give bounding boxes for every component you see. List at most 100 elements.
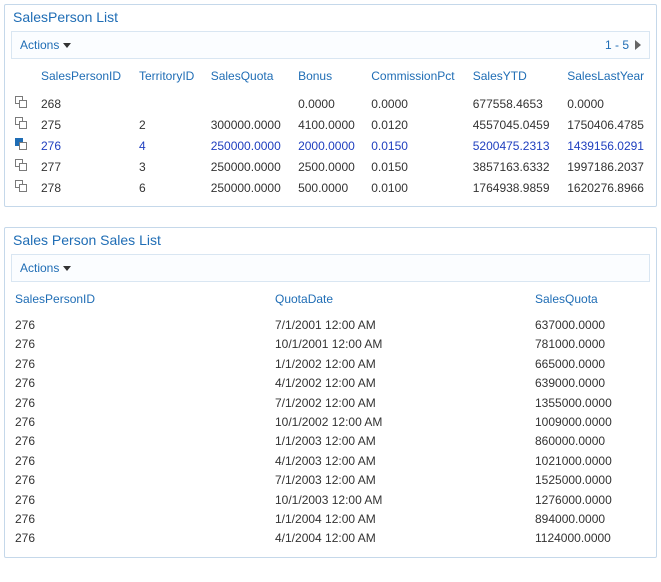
column-header-saleslastyear[interactable]: SalesLastYear (561, 65, 656, 93)
cell-salesytd: 677558.4653 (467, 93, 561, 114)
cell-territoryid: 3 (133, 156, 205, 177)
cell-salespersonid: 276 (11, 432, 271, 451)
cell-salesquota: 250000.0000 (205, 156, 292, 177)
table-row[interactable]: 2773250000.00002500.00000.01503857163.63… (5, 156, 656, 177)
caret-down-icon (63, 266, 71, 271)
table-row[interactable]: 2680.00000.0000677558.46530.0000 (5, 93, 656, 114)
cell-quotadate: 1/1/2003 12:00 AM (271, 432, 531, 451)
cell-salespersonid: 276 (35, 135, 133, 156)
cell-salesquota: 781000.0000 (531, 335, 650, 354)
table-row[interactable]: 2764/1/2002 12:00 AM639000.0000 (11, 374, 650, 393)
cell-salesytd: 1764938.9859 (467, 177, 561, 198)
table-row[interactable]: 2767/1/2001 12:00 AM637000.0000 (11, 316, 650, 335)
cell-salesquota: 637000.0000 (531, 316, 650, 335)
cell-saleslastyear: 1620276.8966 (561, 177, 656, 198)
table-row[interactable]: 2761/1/2004 12:00 AM894000.0000 (11, 510, 650, 529)
cell-salesquota: 1009000.0000 (531, 413, 650, 432)
cell-bonus: 2500.0000 (292, 156, 365, 177)
cell-salespersonid: 276 (11, 491, 271, 510)
cell-commissionpct: 0.0100 (365, 177, 467, 198)
cell-saleslastyear: 1750406.4785 (561, 114, 656, 135)
cell-salespersonid: 276 (11, 335, 271, 354)
cell-salesquota (205, 93, 292, 114)
cell-quotadate: 1/1/2004 12:00 AM (271, 510, 531, 529)
cell-salesquota: 860000.0000 (531, 432, 650, 451)
row-edit-icon[interactable] (15, 159, 29, 171)
column-header-commissionpct[interactable]: CommissionPct (365, 65, 467, 93)
column-header-bonus[interactable]: Bonus (292, 65, 365, 93)
table-row[interactable]: 27610/1/2002 12:00 AM1009000.0000 (11, 413, 650, 432)
table-row[interactable]: 2752300000.00004100.00000.01204557045.04… (5, 114, 656, 135)
cell-quotadate: 1/1/2002 12:00 AM (271, 355, 531, 374)
table-row[interactable]: 2761/1/2003 12:00 AM860000.0000 (11, 432, 650, 451)
cell-salespersonid: 276 (11, 355, 271, 374)
actions-label: Actions (20, 38, 59, 52)
table-row[interactable]: 2764/1/2004 12:00 AM1124000.0000 (11, 529, 650, 548)
cell-salesquota: 665000.0000 (531, 355, 650, 374)
cell-bonus: 2000.0000 (292, 135, 365, 156)
cell-bonus: 4100.0000 (292, 114, 365, 135)
cell-quotadate: 10/1/2001 12:00 AM (271, 335, 531, 354)
cell-commissionpct: 0.0150 (365, 156, 467, 177)
next-page-icon[interactable] (635, 40, 641, 50)
sales-detail-toolbar: Actions (11, 254, 650, 282)
column-header-salespersonid[interactable]: SalesPersonID (35, 65, 133, 93)
cell-salespersonid: 277 (35, 156, 133, 177)
cell-salesytd: 4557045.0459 (467, 114, 561, 135)
cell-salespersonid: 276 (11, 394, 271, 413)
cell-bonus: 500.0000 (292, 177, 365, 198)
column-header-territoryid[interactable]: TerritoryID (133, 65, 205, 93)
actions-menu[interactable]: Actions (20, 261, 71, 275)
row-edit-icon[interactable] (15, 138, 29, 150)
cell-salesquota: 1525000.0000 (531, 471, 650, 490)
actions-menu[interactable]: Actions (20, 38, 71, 52)
cell-quotadate: 4/1/2002 12:00 AM (271, 374, 531, 393)
salesperson-list-title: SalesPerson List (5, 5, 656, 31)
cell-territoryid: 4 (133, 135, 205, 156)
row-edit-icon[interactable] (15, 96, 29, 108)
column-header-salespersonid[interactable]: SalesPersonID (11, 288, 271, 316)
salesperson-list-region: SalesPerson List Actions 1 - 5 SalesPers… (4, 4, 657, 207)
table-row[interactable]: 2767/1/2003 12:00 AM1525000.0000 (11, 471, 650, 490)
column-header-salesquota[interactable]: SalesQuota (205, 65, 292, 93)
table-row[interactable]: 2761/1/2002 12:00 AM665000.0000 (11, 355, 650, 374)
cell-quotadate: 4/1/2003 12:00 AM (271, 452, 531, 471)
cell-quotadate: 7/1/2001 12:00 AM (271, 316, 531, 335)
table-row[interactable]: 2786250000.0000500.00000.01001764938.985… (5, 177, 656, 198)
cell-salespersonid: 276 (11, 471, 271, 490)
cell-salesquota: 250000.0000 (205, 135, 292, 156)
row-edit-icon[interactable] (15, 180, 29, 192)
table-row[interactable]: 27610/1/2003 12:00 AM1276000.0000 (11, 491, 650, 510)
cell-salespersonid: 275 (35, 114, 133, 135)
cell-salespersonid: 276 (11, 316, 271, 335)
cell-bonus: 0.0000 (292, 93, 365, 114)
table-row[interactable]: 2767/1/2002 12:00 AM1355000.0000 (11, 394, 650, 413)
cell-salespersonid: 276 (11, 413, 271, 432)
cell-saleslastyear: 1997186.2037 (561, 156, 656, 177)
cell-saleslastyear: 1439156.0291 (561, 135, 656, 156)
cell-salesquota: 300000.0000 (205, 114, 292, 135)
cell-salesquota: 639000.0000 (531, 374, 650, 393)
salesperson-toolbar: Actions 1 - 5 (11, 31, 650, 59)
row-edit-icon[interactable] (15, 117, 29, 129)
table-row[interactable]: 27610/1/2001 12:00 AM781000.0000 (11, 335, 650, 354)
cell-salespersonid: 278 (35, 177, 133, 198)
sales-detail-table: SalesPersonIDQuotaDateSalesQuota 2767/1/… (11, 288, 650, 549)
cell-salesytd: 3857163.6332 (467, 156, 561, 177)
cell-salesquota: 1124000.0000 (531, 529, 650, 548)
cell-salespersonid: 268 (35, 93, 133, 114)
cell-quotadate: 10/1/2003 12:00 AM (271, 491, 531, 510)
cell-salesquota: 250000.0000 (205, 177, 292, 198)
cell-commissionpct: 0.0000 (365, 93, 467, 114)
table-row[interactable]: 2764/1/2003 12:00 AM1021000.0000 (11, 452, 650, 471)
pagination-range: 1 - 5 (605, 38, 629, 52)
cell-salesytd: 5200475.2313 (467, 135, 561, 156)
sales-person-sales-list-region: Sales Person Sales List Actions SalesPer… (4, 227, 657, 558)
column-header-salesytd[interactable]: SalesYTD (467, 65, 561, 93)
column-header-quotadate[interactable]: QuotaDate (271, 288, 531, 316)
column-header-salesquota[interactable]: SalesQuota (531, 288, 650, 316)
cell-salesquota: 894000.0000 (531, 510, 650, 529)
caret-down-icon (63, 43, 71, 48)
cell-commissionpct: 0.0150 (365, 135, 467, 156)
table-row[interactable]: 2764250000.00002000.00000.01505200475.23… (5, 135, 656, 156)
